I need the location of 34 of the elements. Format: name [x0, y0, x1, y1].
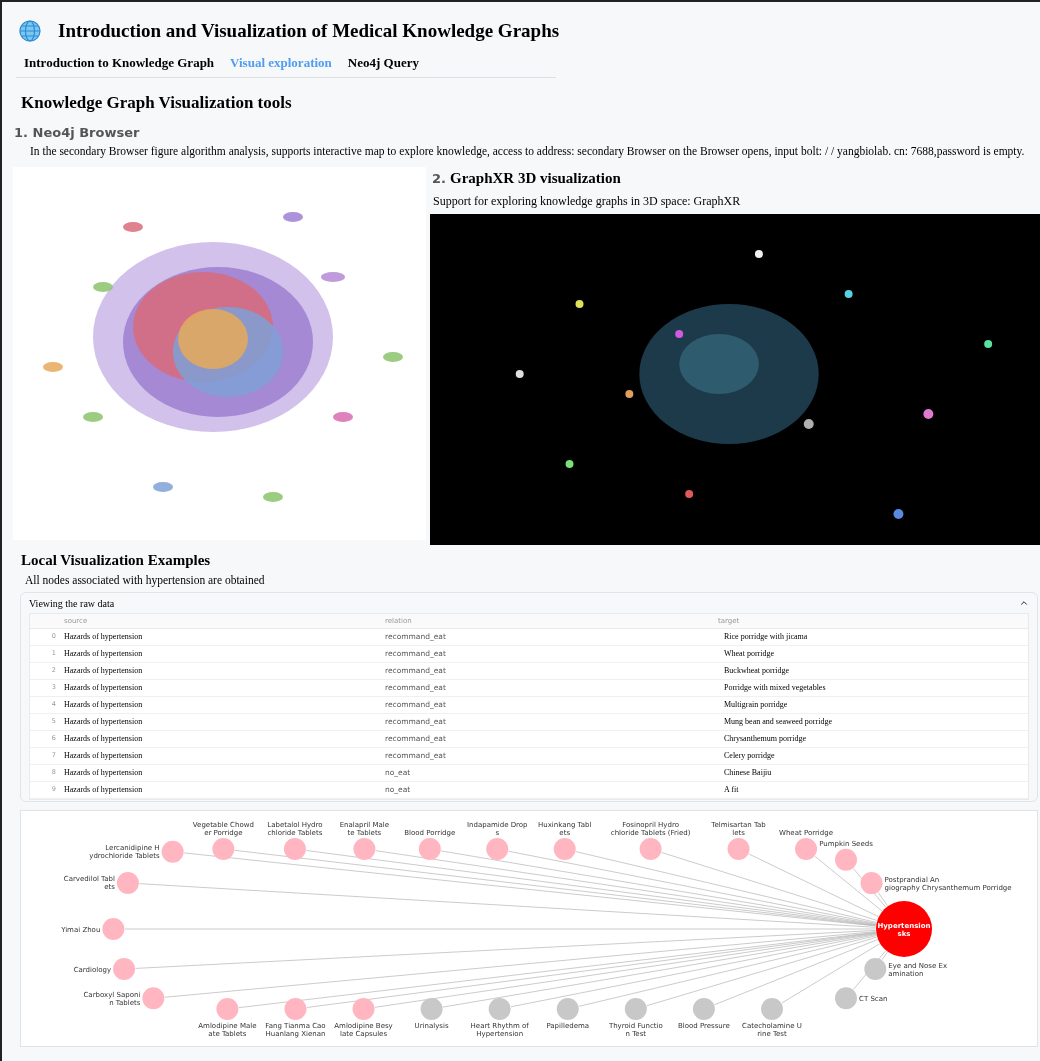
- table-cell-text: Chinese Baijiu: [723, 767, 773, 779]
- table-cell-text: Hazards of hypertension: [63, 665, 144, 677]
- table-cell-text: Mung bean and seaweed porridge: [723, 716, 833, 728]
- table-cell-text: Hazards of hypertension: [63, 784, 144, 796]
- table-cell-text: Wheat porridge: [723, 648, 775, 660]
- table-cell-text: Hazards of hypertension: [63, 631, 144, 643]
- table-cell-text: Porridge with mixed vegetables: [723, 682, 827, 694]
- section-title: Local Visualization Examples: [21, 551, 212, 570]
- table-cell-text: Hazards of hypertension: [63, 750, 144, 762]
- table-cell-text: Hazards of hypertension: [63, 733, 144, 745]
- table-cell-text: Hazards of hypertension: [63, 648, 144, 660]
- subsection-title: GraphXR 3D visualization: [450, 169, 621, 188]
- table-cell-text: Hazards of hypertension: [63, 767, 144, 779]
- table-cell-text: Celery porridge: [723, 750, 776, 762]
- description: Support for exploring knowledge graphs in 3D space: GraphXR: [433, 192, 742, 210]
- table-cell-text: Hazards of hypertension: [63, 682, 144, 694]
- expander-header[interactable]: Viewing the raw data: [29, 593, 1029, 613]
- page-title: Introduction and Visualization of Medical Knowledge Graphs: [58, 18, 560, 43]
- section-title: Knowledge Graph Visualization tools: [21, 92, 293, 114]
- subsection-title: 1. Neo4j Browser: [14, 124, 141, 141]
- tab[interactable]: Neo4j Query: [339, 49, 427, 76]
- table-cell-text: Buckwheat porridge: [723, 665, 791, 677]
- table-cell-text: Chrysanthemum porridge: [723, 733, 807, 745]
- description: In the secondary Browser figure algorithm analysis, supports interactive map to explore knowledge, access to address: secondary Browser on the Browser opens, input bolt: / / yangbiolab. cn: 7688,password is empty.: [30, 144, 1026, 159]
- table-cell-text: Hazards of hypertension: [63, 716, 144, 728]
- tab[interactable]: Introduction to Knowledge Graph: [16, 49, 223, 76]
- description: All nodes associated with hypertension are obtained: [25, 573, 266, 588]
- table-cell-text: A fit: [723, 784, 740, 796]
- table-cell-text: Multigrain porridge: [723, 699, 789, 711]
- table-cell-text: Rice porridge with jicama: [723, 631, 809, 643]
- list-number: 2.: [432, 170, 446, 188]
- chevron-up-icon: [1019, 598, 1029, 608]
- globe-icon: [18, 19, 42, 43]
- table-cell-text: Hazards of hypertension: [63, 699, 144, 711]
